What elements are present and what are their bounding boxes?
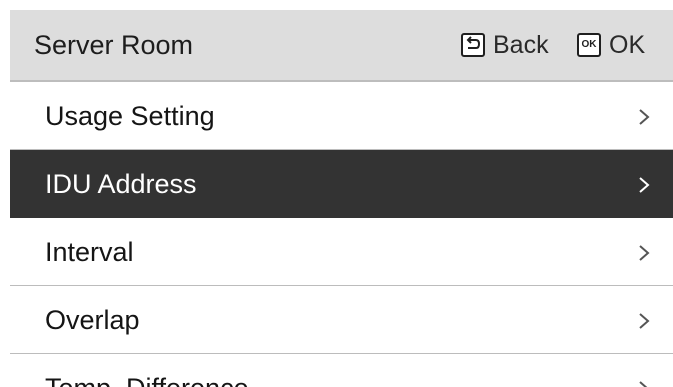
- menu-item-overlap[interactable]: Overlap: [10, 286, 673, 354]
- chevron-right-icon: [637, 243, 651, 263]
- back-return-icon: [461, 33, 485, 57]
- back-label: Back: [493, 30, 549, 59]
- settings-menu: Usage Setting IDU Address Interval Overl…: [10, 82, 673, 387]
- menu-item-label: Usage Setting: [45, 101, 215, 131]
- menu-item-label: Interval: [45, 237, 134, 267]
- chevron-right-icon: [637, 175, 651, 195]
- menu-item-idu-address[interactable]: IDU Address: [10, 150, 673, 218]
- ok-label: OK: [609, 30, 646, 59]
- chevron-right-icon: [637, 379, 651, 387]
- menu-item-usage-setting[interactable]: Usage Setting: [10, 82, 673, 150]
- menu-item-interval[interactable]: Interval: [10, 218, 673, 286]
- ok-button[interactable]: OK OK: [577, 28, 645, 62]
- header-bar: Server Room Back OK OK: [10, 10, 673, 82]
- ok-icon-text: OK: [581, 39, 597, 50]
- menu-item-temp-difference[interactable]: Temp. Difference: [10, 354, 673, 387]
- menu-item-label: Temp. Difference: [45, 372, 249, 387]
- chevron-right-icon: [637, 107, 651, 127]
- chevron-right-icon: [637, 311, 651, 331]
- back-button[interactable]: Back: [461, 28, 549, 62]
- menu-item-label: Overlap: [45, 305, 140, 335]
- settings-screen: Server Room Back OK OK Usage Setting IDU…: [0, 0, 673, 387]
- menu-item-label: IDU Address: [45, 169, 197, 199]
- page-title: Server Room: [34, 30, 194, 60]
- ok-icon: OK: [577, 33, 601, 57]
